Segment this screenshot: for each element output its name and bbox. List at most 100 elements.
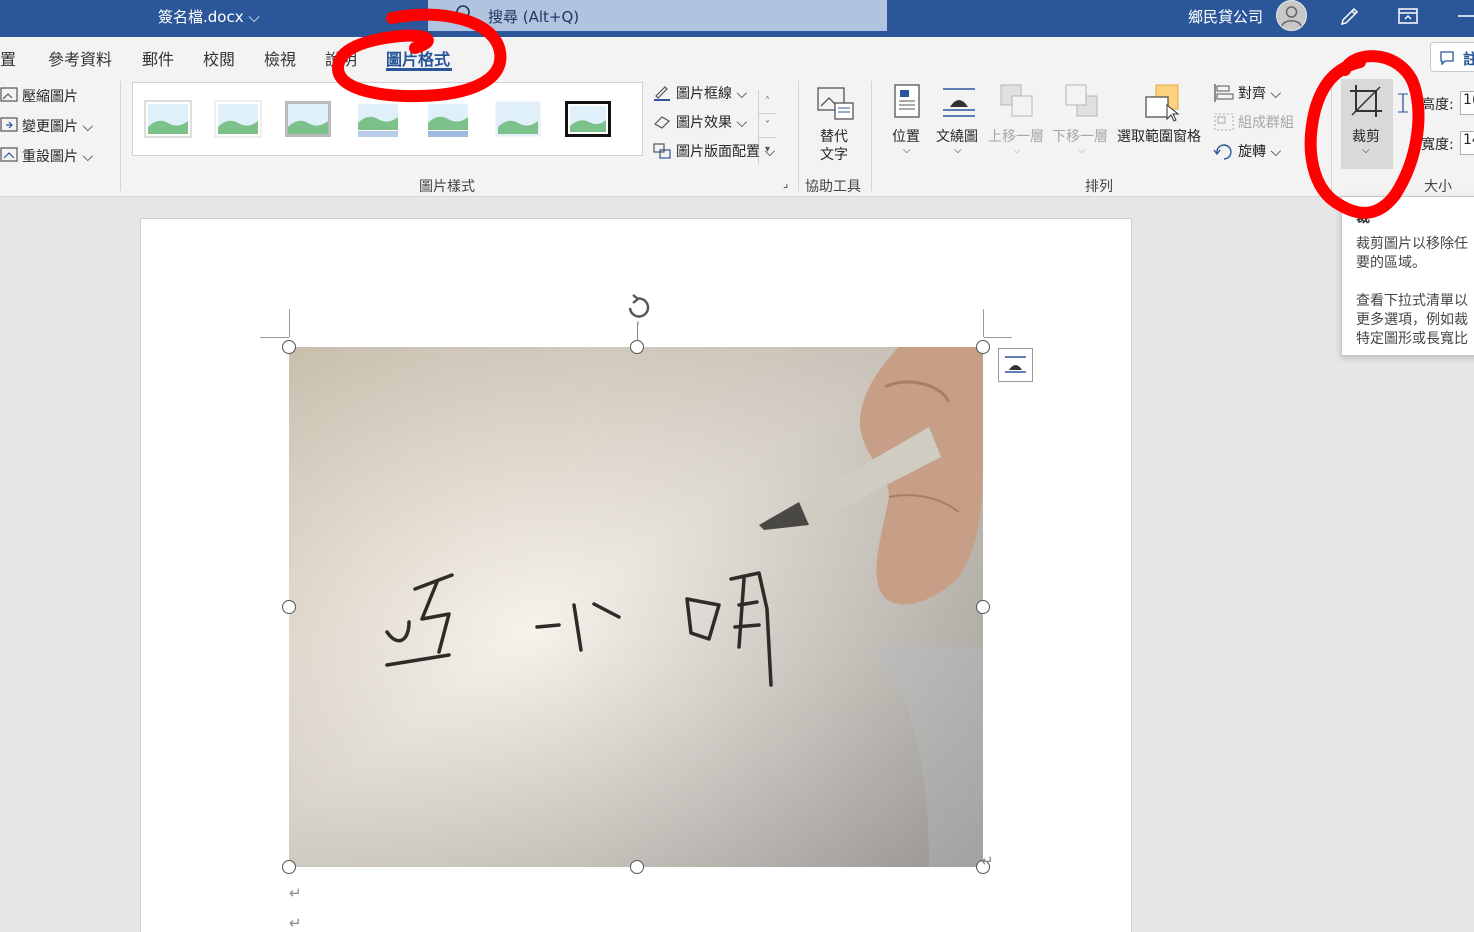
- send-backward-button[interactable]: 下移一層: [1052, 126, 1108, 146]
- minimize-icon[interactable]: [1456, 4, 1474, 28]
- resize-handle-bottom[interactable]: [630, 860, 644, 874]
- wrap-text-button[interactable]: 文繞圖: [936, 126, 978, 146]
- resize-handle-top-left[interactable]: [282, 340, 296, 354]
- rotate-handle-icon[interactable]: [621, 291, 655, 325]
- height-label: 高度:: [1421, 97, 1454, 113]
- send-backward-dropdown-icon[interactable]: ⌵: [1078, 145, 1086, 156]
- align-icon: [1214, 84, 1234, 102]
- tooltip-line: 特定圖形或長寬比: [1356, 331, 1468, 347]
- pen-icon[interactable]: [1338, 4, 1362, 28]
- picture-layout-icon: [653, 143, 671, 159]
- picture-styles-gallery: ˄ ˅ ▾: [132, 82, 776, 164]
- picture-styles-label: 圖片樣式: [419, 179, 475, 195]
- dialog-launcher-icon[interactable]: ⌟: [783, 177, 788, 190]
- compress-pictures-button[interactable]: 壓縮圖片: [22, 86, 78, 106]
- bring-forward-icon: [1000, 84, 1033, 117]
- rotate-icon: [1213, 144, 1232, 160]
- tab-picture-format[interactable]: 圖片格式: [386, 46, 450, 70]
- crop-dropdown-icon[interactable]: ⌵: [1362, 145, 1370, 156]
- reset-picture-icon: [0, 147, 18, 162]
- avatar[interactable]: [1276, 0, 1307, 31]
- tab-help[interactable]: 說明: [325, 46, 357, 70]
- compress-pictures-icon: [0, 87, 18, 102]
- paragraph-mark: ↵: [981, 852, 994, 870]
- comment-icon: [1440, 51, 1454, 66]
- crop-tooltip: 裁 裁剪圖片以移除任 要的區域。 查看下拉式清單以 更多選項，例如裁 特定圖形或…: [1341, 196, 1474, 356]
- picture-layout-button[interactable]: 圖片版面配置 ⌵: [676, 141, 775, 161]
- style-thumbnail[interactable]: [283, 99, 333, 139]
- accessibility-label: 協助工具: [805, 179, 861, 195]
- tooltip-line: 查看下拉式清單以: [1356, 293, 1468, 309]
- scroll-down-icon[interactable]: ˅: [759, 114, 776, 138]
- layout-options-icon: [1005, 356, 1026, 373]
- crop-mark: [260, 337, 289, 338]
- ribbon-tabs: 置 參考資料 郵件 校閱 檢視 說明 圖片格式 註: [0, 37, 1474, 75]
- wrap-text-dropdown-icon[interactable]: ⌵: [954, 145, 962, 156]
- width-label: 寬度:: [1421, 137, 1454, 153]
- group-icon: [1214, 113, 1234, 131]
- style-thumbnail[interactable]: [563, 99, 613, 139]
- tab-references[interactable]: 參考資料: [48, 46, 112, 70]
- bring-forward-dropdown-icon[interactable]: ⌵: [1013, 145, 1021, 156]
- wrap-text-icon: [943, 88, 975, 117]
- align-button[interactable]: 對齊 ⌵: [1238, 83, 1281, 103]
- account-name[interactable]: 鄉民貸公司: [1188, 6, 1263, 27]
- position-dropdown-icon[interactable]: ⌵: [903, 145, 911, 156]
- tooltip-title: 裁: [1356, 210, 1370, 226]
- style-thumbnail[interactable]: [143, 99, 193, 139]
- document-name[interactable]: 簽名檔.docx ⌵: [158, 6, 260, 27]
- resize-handle-top-right[interactable]: [976, 340, 990, 354]
- crop-button[interactable]: 裁剪: [1352, 126, 1380, 146]
- search-box[interactable]: 搜尋 (Alt+Q): [428, 0, 887, 31]
- scroll-up-icon[interactable]: ˄: [759, 90, 776, 114]
- layout-options-button[interactable]: [998, 348, 1033, 382]
- reset-picture-button[interactable]: 重設圖片 ⌵: [22, 146, 93, 166]
- crop-icon[interactable]: [1348, 83, 1384, 119]
- crop-mark: [289, 309, 290, 337]
- size-label: 大小: [1424, 179, 1452, 195]
- tab-layout[interactable]: 置: [0, 46, 16, 70]
- alt-text-icon: [817, 87, 854, 120]
- ribbon-display-icon[interactable]: [1396, 4, 1420, 28]
- picture-effects-icon: [654, 116, 670, 129]
- tooltip-line: 更多選項，例如裁: [1356, 312, 1468, 328]
- resize-handle-right[interactable]: [976, 600, 990, 614]
- tooltip-line: 裁剪圖片以移除任: [1356, 236, 1468, 252]
- resize-handle-top[interactable]: [630, 340, 644, 354]
- tab-review[interactable]: 校閱: [203, 46, 235, 70]
- tab-view[interactable]: 檢視: [264, 46, 296, 70]
- picture-border-icon: [654, 86, 670, 101]
- resize-handle-bottom-left[interactable]: [282, 860, 296, 874]
- group-separator: [871, 81, 872, 191]
- rotate-button[interactable]: 旋轉 ⌵: [1238, 141, 1281, 161]
- arrange-label: 排列: [1085, 179, 1113, 195]
- ribbon: 壓縮圖片 變更圖片 ⌵ 重設圖片 ⌵ ˄ ˅ ▾ 圖片樣式 圖片框線 ⌵ 圖片效…: [0, 75, 1474, 197]
- alt-text-line2[interactable]: 文字: [820, 144, 848, 164]
- height-input[interactable]: 1(: [1460, 91, 1474, 115]
- person-icon: [1281, 6, 1302, 27]
- picture-border-button[interactable]: 圖片框線 ⌵: [676, 83, 747, 103]
- bring-forward-button[interactable]: 上移一層: [988, 126, 1044, 146]
- style-thumbnail[interactable]: [353, 99, 403, 139]
- position-button[interactable]: 位置: [892, 126, 920, 146]
- change-picture-button[interactable]: 變更圖片 ⌵: [22, 116, 93, 136]
- comments-button[interactable]: 註: [1430, 42, 1474, 72]
- style-thumbnail[interactable]: [493, 99, 543, 139]
- width-input[interactable]: 14: [1460, 131, 1474, 155]
- search-placeholder: 搜尋 (Alt+Q): [488, 8, 580, 26]
- style-thumbnail[interactable]: [423, 99, 473, 139]
- send-backward-icon: [1065, 84, 1098, 117]
- search-icon: [456, 5, 473, 23]
- signature-picture[interactable]: [289, 347, 983, 867]
- crop-mark: [983, 309, 984, 337]
- resize-handle-left[interactable]: [282, 600, 296, 614]
- style-thumbnail[interactable]: [213, 99, 263, 139]
- selection-pane-button[interactable]: 選取範圍窗格: [1117, 126, 1201, 146]
- title-bar: 簽名檔.docx ⌵ 搜尋 (Alt+Q) 鄉民貸公司: [0, 0, 1474, 37]
- alt-text-line1[interactable]: 替代: [820, 126, 848, 146]
- group-button[interactable]: 組成群組: [1238, 112, 1294, 132]
- height-icon: [1398, 93, 1408, 113]
- group-separator: [798, 81, 799, 191]
- picture-effects-button[interactable]: 圖片效果 ⌵: [676, 112, 747, 132]
- tab-mailings[interactable]: 郵件: [142, 46, 174, 70]
